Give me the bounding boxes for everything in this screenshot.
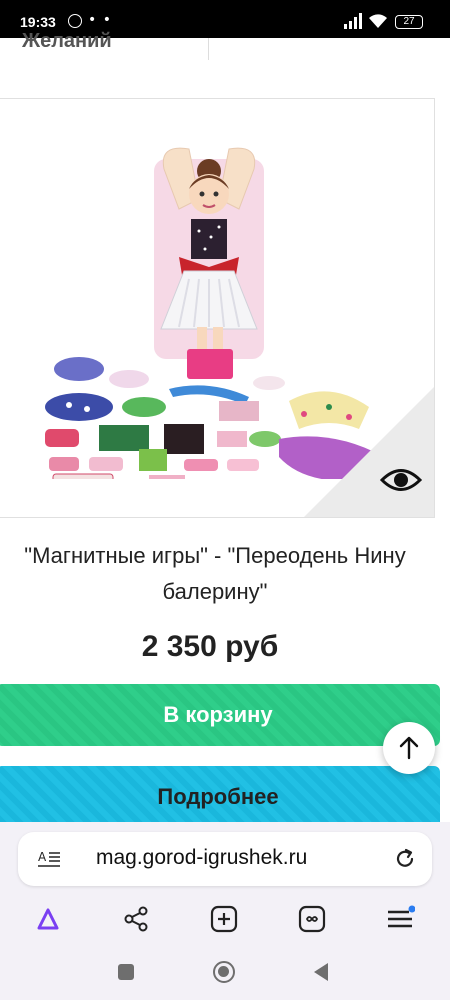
- address-bar[interactable]: A mag.gorod-igrushek.ru: [18, 832, 432, 886]
- product-title[interactable]: "Магнитные игры" - "Переодень Нину балер…: [0, 538, 450, 610]
- system-navigation-bar: [0, 945, 450, 1000]
- tabs-icon[interactable]: [297, 904, 327, 934]
- reload-icon[interactable]: [394, 848, 416, 870]
- share-icon[interactable]: [121, 904, 151, 934]
- notification-dots: • •: [88, 12, 112, 28]
- url-text[interactable]: mag.gorod-igrushek.ru: [96, 846, 307, 870]
- divider: [208, 38, 209, 60]
- product-title-line1: "Магнитные игры" - "Переодень Нину: [24, 543, 406, 568]
- recents-button[interactable]: [118, 964, 134, 980]
- product-card[interactable]: [0, 98, 435, 518]
- home-button[interactable]: [213, 961, 235, 983]
- more-details-button[interactable]: Подробнее: [0, 766, 440, 828]
- svg-text:A: A: [38, 850, 47, 864]
- battery-icon: 27: [395, 15, 423, 29]
- back-button[interactable]: [314, 963, 328, 981]
- whatsapp-icon: [68, 14, 82, 28]
- product-title-line2: балерину": [162, 579, 268, 604]
- menu-icon[interactable]: [385, 904, 415, 934]
- arrow-up-icon: [399, 736, 419, 760]
- eye-icon[interactable]: [380, 465, 422, 495]
- wifi-icon: [369, 14, 387, 28]
- scroll-top-button[interactable]: [383, 722, 435, 774]
- product-price: 2 350 руб: [141, 630, 279, 663]
- reader-mode-icon[interactable]: A: [38, 849, 60, 869]
- wishlist-label[interactable]: Желаний: [22, 28, 112, 48]
- signal-icon: [344, 13, 362, 29]
- alice-icon[interactable]: [33, 904, 63, 934]
- quick-view-corner[interactable]: [304, 387, 434, 517]
- browser-toolbar: [0, 898, 450, 942]
- new-tab-icon[interactable]: [209, 904, 239, 934]
- add-to-cart-button[interactable]: В корзину: [0, 684, 440, 746]
